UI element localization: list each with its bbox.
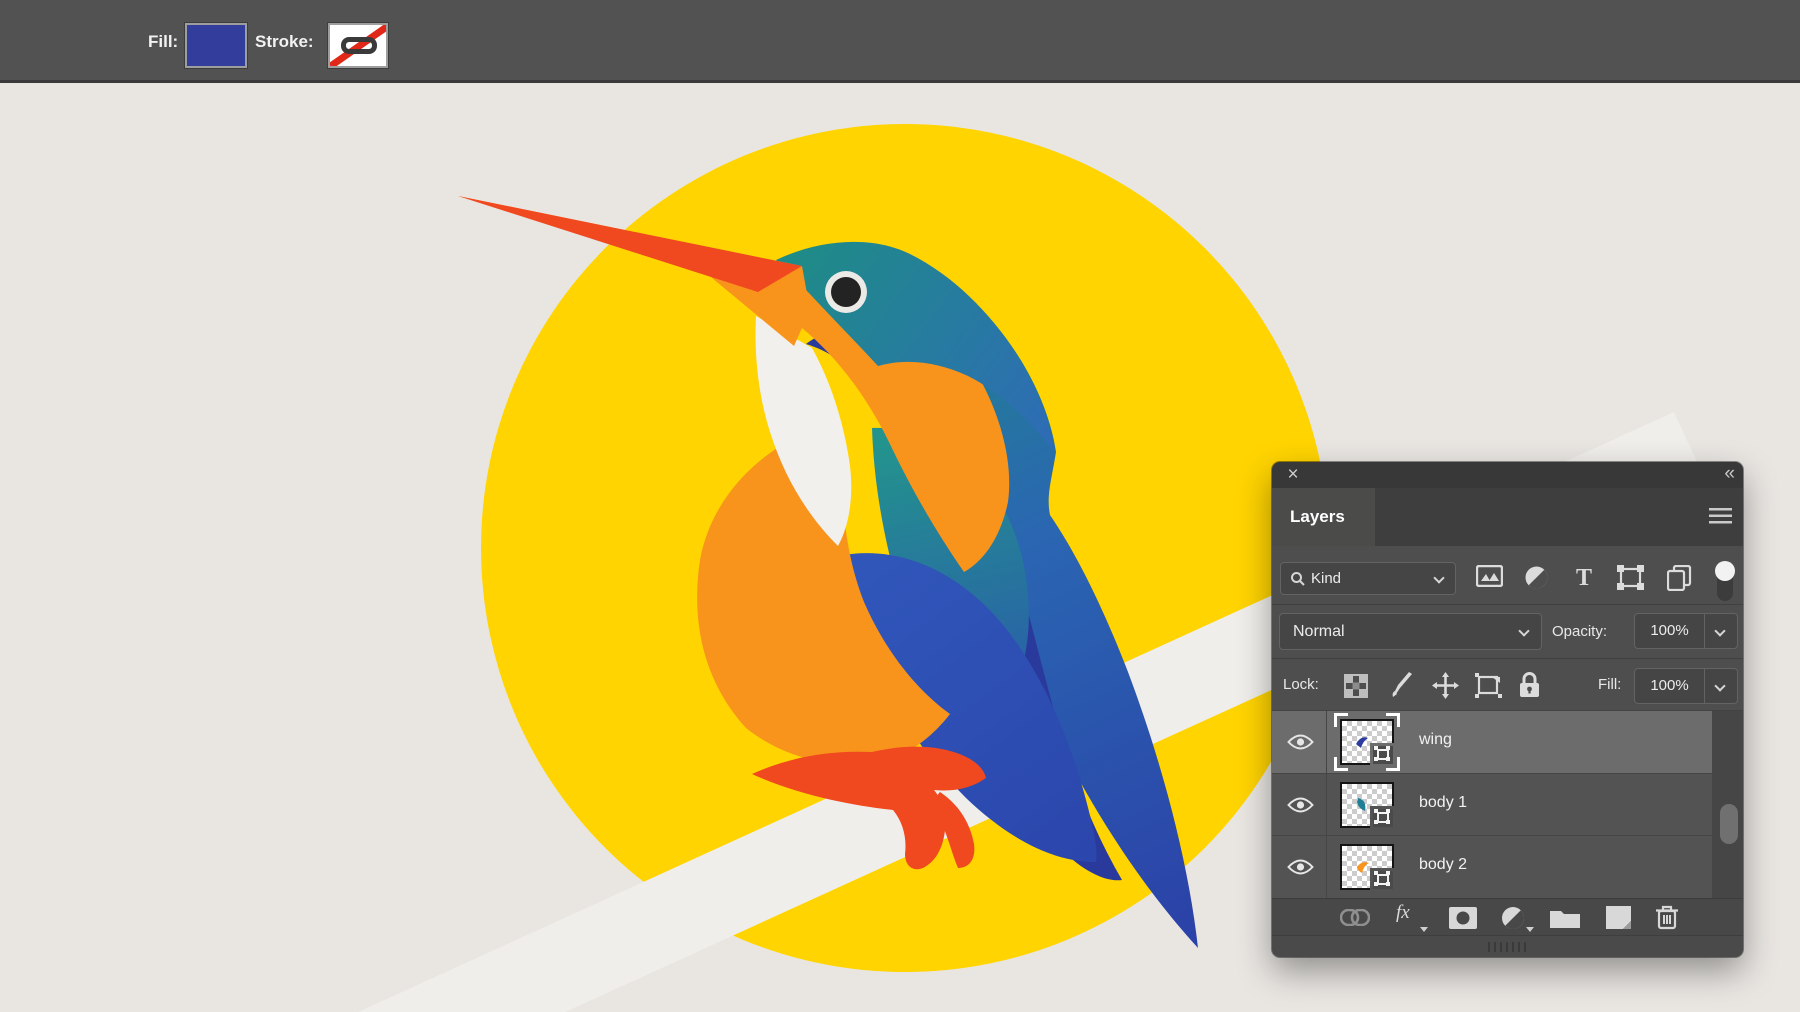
- scrollbar-track[interactable]: [1712, 711, 1743, 899]
- layer-list: wing body 1: [1272, 710, 1743, 898]
- selection-bracket: [1334, 757, 1348, 771]
- fill-label: Fill:: [1598, 676, 1621, 693]
- eye-icon: [1287, 796, 1314, 814]
- eye-icon: [1287, 733, 1314, 751]
- layer-thumbnail[interactable]: [1340, 782, 1394, 828]
- filter-row: Kind T: [1272, 546, 1743, 604]
- fill-value[interactable]: 100%: [1634, 668, 1704, 704]
- lock-artboard-icon[interactable]: [1475, 673, 1502, 698]
- panel-tabbar: Layers: [1272, 488, 1743, 546]
- opacity-value[interactable]: 100%: [1634, 613, 1704, 649]
- fill-label: Fill:: [148, 32, 178, 52]
- lock-transparency-icon[interactable]: [1344, 674, 1368, 698]
- smart-object-badge-icon: [1370, 868, 1396, 892]
- stroke-swatch[interactable]: [328, 23, 388, 68]
- chevron-down-icon: [1714, 680, 1725, 691]
- new-group-icon[interactable]: [1550, 907, 1580, 928]
- adjustment-layers-filter-icon[interactable]: [1524, 565, 1549, 590]
- shape-layers-filter-icon[interactable]: [1617, 565, 1644, 590]
- layer-row-body1[interactable]: body 1: [1272, 774, 1712, 836]
- filter-toggle[interactable]: [1715, 561, 1735, 603]
- layers-panel: × « Layers Kind T: [1272, 462, 1743, 957]
- delete-layer-icon[interactable]: [1656, 905, 1678, 930]
- tab-layers[interactable]: Layers: [1272, 488, 1375, 546]
- panel-bottom-bar: fx: [1272, 898, 1743, 935]
- layer-thumbnail[interactable]: [1340, 844, 1394, 890]
- bird-eye: [831, 277, 861, 307]
- options-bar: Fill: Stroke:: [0, 0, 1800, 83]
- layer-name[interactable]: body 1: [1419, 794, 1467, 812]
- layer-row-wing[interactable]: wing: [1272, 711, 1712, 774]
- triangle-down-icon: [1526, 927, 1534, 932]
- link-layers-icon[interactable]: [1340, 909, 1370, 926]
- kind-filter-value: Kind: [1311, 570, 1341, 587]
- fill-dropdown-button[interactable]: [1704, 668, 1738, 704]
- layer-styles-icon[interactable]: fx: [1396, 902, 1410, 924]
- panel-header: × «: [1272, 462, 1743, 488]
- layer-name[interactable]: wing: [1419, 731, 1452, 749]
- filter-toggle-knob: [1715, 561, 1735, 581]
- opacity-label: Opacity:: [1552, 623, 1607, 640]
- panel-resize-footer[interactable]: [1272, 935, 1743, 957]
- smart-object-badge-icon: [1370, 806, 1396, 830]
- chevron-down-icon: [1518, 625, 1529, 636]
- lock-paint-icon[interactable]: [1388, 672, 1414, 698]
- kind-filter-dropdown[interactable]: Kind: [1280, 562, 1456, 595]
- smart-objects-filter-icon[interactable]: [1667, 565, 1692, 591]
- layer-row-body2[interactable]: body 2: [1272, 836, 1712, 899]
- layer-thumbnail[interactable]: [1340, 719, 1394, 765]
- blend-row: Normal Opacity: 100%: [1272, 604, 1743, 658]
- lock-all-icon[interactable]: [1518, 671, 1541, 699]
- add-mask-icon[interactable]: [1449, 907, 1477, 929]
- eye-icon: [1287, 858, 1314, 876]
- type-layers-filter-icon[interactable]: T: [1572, 565, 1596, 589]
- adjustment-layer-icon[interactable]: [1501, 906, 1525, 930]
- stroke-label: Stroke:: [255, 32, 314, 52]
- visibility-toggle[interactable]: [1272, 836, 1327, 899]
- panel-menu-icon[interactable]: [1709, 508, 1732, 526]
- lock-label: Lock:: [1283, 676, 1319, 693]
- collapse-panel-icon[interactable]: «: [1724, 462, 1733, 486]
- smart-object-badge-icon: [1370, 743, 1396, 767]
- triangle-down-icon: [1420, 927, 1428, 932]
- pixel-layers-filter-icon[interactable]: [1476, 565, 1503, 587]
- blend-mode-value: Normal: [1293, 623, 1345, 640]
- resize-grip-icon: [1488, 942, 1528, 952]
- new-layer-icon[interactable]: [1606, 906, 1631, 929]
- selection-bracket: [1334, 713, 1348, 727]
- scrollbar-thumb[interactable]: [1720, 804, 1738, 844]
- fill-swatch[interactable]: [185, 23, 247, 68]
- layer-name[interactable]: body 2: [1419, 856, 1467, 874]
- lock-row: Lock: Fill: 100%: [1272, 658, 1743, 710]
- visibility-toggle[interactable]: [1272, 774, 1327, 835]
- stroke-preview-icon: [341, 37, 377, 54]
- opacity-dropdown-button[interactable]: [1704, 613, 1738, 649]
- chevron-down-icon: [1714, 625, 1725, 636]
- lock-position-icon[interactable]: [1432, 672, 1459, 699]
- svg-text:T: T: [1576, 565, 1592, 589]
- selection-bracket: [1386, 713, 1400, 727]
- visibility-toggle[interactable]: [1272, 711, 1327, 773]
- blend-mode-dropdown[interactable]: Normal: [1279, 613, 1542, 650]
- search-icon: [1290, 571, 1306, 587]
- chevron-down-icon: [1433, 572, 1444, 583]
- close-icon[interactable]: ×: [1282, 463, 1304, 487]
